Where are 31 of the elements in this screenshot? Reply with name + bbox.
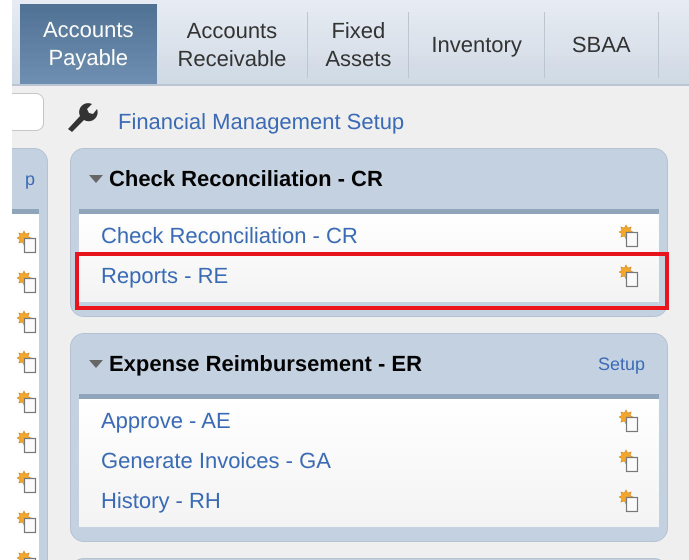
collapse-arrow-icon[interactable]: [89, 175, 103, 183]
setup-link[interactable]: Setup: [598, 354, 645, 374]
document-star-icon[interactable]: [17, 230, 37, 254]
document-star-icon[interactable]: [17, 310, 37, 334]
document-star-icon[interactable]: [17, 270, 37, 294]
document-star-icon[interactable]: [619, 449, 639, 473]
document-star-icon[interactable]: [17, 390, 37, 414]
menu-link[interactable]: Generate Invoices - GA: [101, 448, 619, 474]
document-star-icon[interactable]: [17, 430, 37, 454]
panel-title: Expense Reimbursement - ER: [109, 351, 423, 377]
document-star-icon[interactable]: [619, 264, 639, 288]
menu-link[interactable]: Reports - RE: [101, 263, 619, 289]
document-star-icon[interactable]: [17, 470, 37, 494]
menu-link[interactable]: History - RH: [101, 488, 619, 514]
collapse-arrow-icon[interactable]: [89, 360, 103, 368]
panel-title: Check Reconciliation - CR: [109, 166, 384, 192]
document-star-icon[interactable]: [619, 409, 639, 433]
nav-tab[interactable]: Accounts Receivable: [156, 12, 308, 78]
document-star-icon[interactable]: [619, 489, 639, 513]
nav-tab[interactable]: Accounts Payable: [20, 4, 156, 84]
menu-link[interactable]: Approve - AE: [101, 408, 619, 434]
menu-link[interactable]: Check Reconciliation - CR: [101, 223, 619, 249]
nav-tab[interactable]: Fixed Assets: [308, 12, 410, 78]
document-star-icon[interactable]: [619, 224, 639, 248]
search-field[interactable]: [12, 93, 44, 131]
nav-tab[interactable]: Inventory: [409, 12, 545, 78]
document-star-icon[interactable]: [17, 510, 37, 534]
nav-tab[interactable]: SBAA: [544, 12, 659, 78]
setup-link[interactable]: Financial Management Setup: [118, 109, 404, 135]
document-star-icon[interactable]: [17, 350, 37, 374]
setup-link[interactable]: p: [24, 168, 35, 190]
